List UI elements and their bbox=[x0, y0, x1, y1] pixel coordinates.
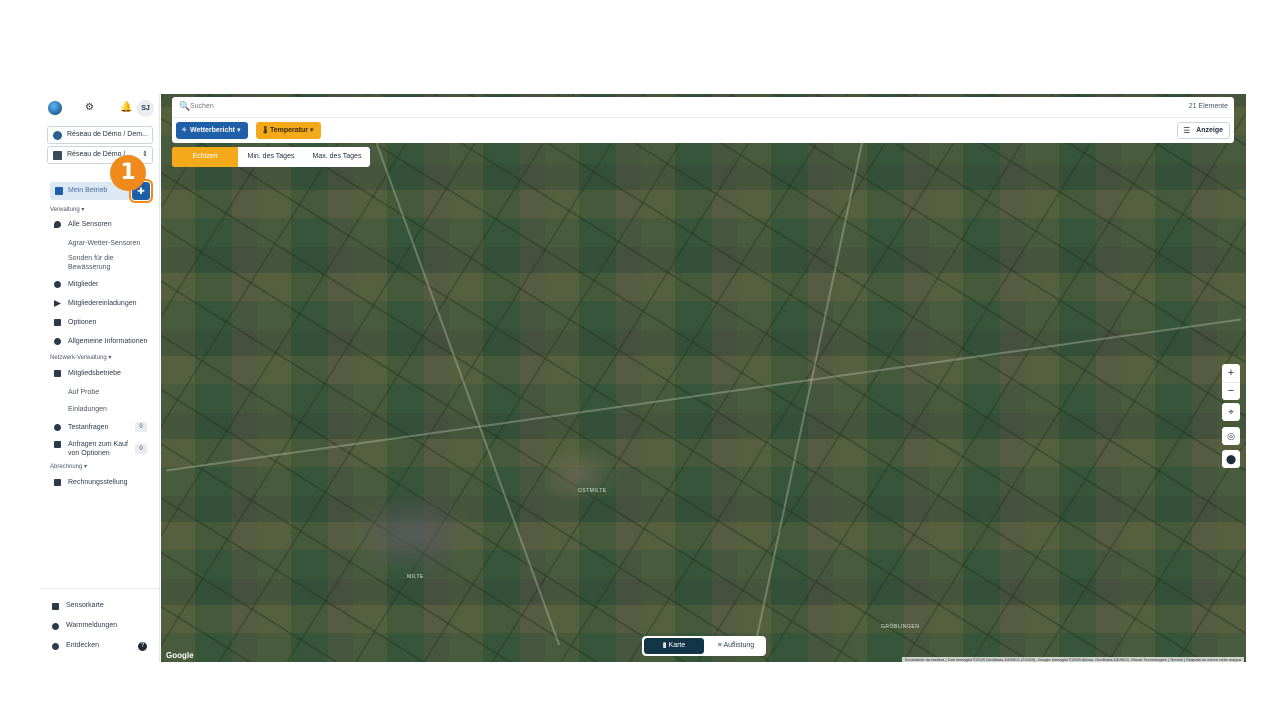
layers-button[interactable]: ◎ bbox=[1222, 427, 1240, 445]
map-road bbox=[363, 110, 561, 646]
map-place-label: MILTE bbox=[407, 574, 424, 580]
sidebar-item-anfragen-kauf[interactable]: Anfragen zum Kauf von Optionen bbox=[54, 440, 134, 458]
temperature-dropdown[interactable]: 🌡 Temperatur ▾ bbox=[256, 122, 322, 139]
weather-dropdown[interactable]: ☀ Wetterbericht ▾ bbox=[176, 122, 249, 139]
marker-button[interactable]: ⬤ bbox=[1222, 450, 1240, 468]
google-logo: Google bbox=[166, 651, 194, 660]
sidebar-item-allgemeine[interactable]: Allgemeine Informationen bbox=[54, 337, 154, 346]
thermometer-icon: 🌡 bbox=[261, 127, 270, 134]
divider bbox=[172, 117, 1234, 118]
grid-icon bbox=[54, 319, 61, 326]
satellite-map[interactable]: 🔍 21 Elemente ☀ Wetterbericht ▾ 🌡 Temper… bbox=[161, 94, 1246, 662]
group-icon bbox=[54, 370, 61, 377]
section-netzwerk-verwaltung[interactable]: Netzwerk-Verwaltung ▾ bbox=[50, 354, 111, 361]
farm-icon bbox=[53, 151, 62, 160]
sidebar-item-auf-probe[interactable]: Auf Probe bbox=[68, 388, 148, 397]
zoom-out-button[interactable]: − bbox=[1222, 382, 1240, 400]
zoom-in-button[interactable]: + bbox=[1222, 364, 1240, 382]
time-segment-control: Echtzeit Min. des Tages Max. des Tages bbox=[172, 147, 370, 167]
sidebar-item-rechnungsstellung[interactable]: Rechnungsstellung bbox=[54, 478, 154, 487]
sidebar-item-mitglieder[interactable]: Mitglieder bbox=[54, 280, 154, 289]
segment-min[interactable]: Min. des Tages bbox=[238, 147, 304, 167]
sidebar-top: ⚙ 🔔 SJ bbox=[40, 94, 160, 122]
map-icon bbox=[52, 603, 59, 610]
divider bbox=[40, 588, 160, 589]
mein-betrieb-label: Mein Betrieb bbox=[68, 187, 108, 194]
alarm-icon bbox=[52, 623, 59, 630]
network-select[interactable]: Réseau de Démo / Dem... bbox=[47, 126, 153, 144]
map-road bbox=[751, 99, 873, 657]
sidebar-item-mitgliedsbetriebe[interactable]: Mitgliedsbetriebe bbox=[54, 369, 154, 378]
segment-max[interactable]: Max. des Tages bbox=[304, 147, 370, 167]
send-icon bbox=[54, 300, 61, 307]
map-pin-icon: ⬤ bbox=[1225, 454, 1237, 464]
testanfragen-count-badge: 0 bbox=[135, 422, 147, 432]
locate-button[interactable]: ⌖ bbox=[1222, 403, 1240, 421]
list-view-button[interactable]: ≡ Auflistung bbox=[708, 638, 764, 654]
map-road bbox=[166, 318, 1241, 472]
sidebar-item-mitgliedereinladungen[interactable]: Mitgliedereinladungen bbox=[54, 299, 154, 308]
network-select-value: Réseau de Démo / Dem... bbox=[67, 131, 148, 138]
globe-icon bbox=[54, 424, 61, 431]
sliders-icon: ☰ bbox=[1183, 126, 1191, 135]
avatar[interactable]: SJ bbox=[137, 100, 154, 117]
notification-bell-icon[interactable]: 🔔 bbox=[120, 102, 132, 113]
farm-icon bbox=[55, 187, 63, 195]
sidebar-item-sonden[interactable]: Sonden für die Bewässerung bbox=[68, 254, 148, 272]
location-pin-icon bbox=[54, 221, 61, 228]
tutorial-step-badge: 1 bbox=[110, 155, 146, 191]
element-count: 21 Elemente bbox=[1188, 103, 1228, 110]
weather-icon: ☀ bbox=[181, 127, 188, 134]
globe-logo-icon[interactable] bbox=[48, 101, 62, 115]
crosshair-icon: ⌖ bbox=[1228, 407, 1234, 417]
segment-echtzeit[interactable]: Echtzeit bbox=[172, 147, 238, 167]
section-abrechnung[interactable]: Abrechnung ▾ bbox=[50, 463, 87, 470]
sidebar-item-optionen[interactable]: Optionen bbox=[54, 318, 154, 327]
sidebar-item-warnmeldungen[interactable]: Warnmeldungen bbox=[52, 622, 117, 630]
chevron-updown-icon: ⇕ bbox=[142, 151, 148, 158]
map-place-label: GRÖBLINGEN bbox=[881, 624, 920, 630]
search-icon: 🔍 bbox=[179, 101, 191, 111]
invoice-icon bbox=[54, 479, 61, 486]
target-icon: ◎ bbox=[1227, 431, 1235, 441]
explore-icon bbox=[52, 643, 59, 650]
settings-icon[interactable]: ⚙ bbox=[85, 102, 94, 113]
info-icon bbox=[54, 338, 61, 345]
map-attribution[interactable]: Scorciatoie da tastiera | Dati immagini … bbox=[901, 657, 1244, 662]
sidebar-item-entdecken[interactable]: Entdecken bbox=[52, 642, 99, 650]
map-place-label: OSTMILTE bbox=[578, 488, 607, 494]
display-settings-button[interactable]: ☰ Anzeige bbox=[1177, 122, 1230, 139]
sidebar-item-sensorkarte[interactable]: Sensorkarte bbox=[52, 602, 104, 610]
map-view-button[interactable]: ▮ Karte bbox=[644, 638, 704, 654]
anfragen-count-badge: 0 bbox=[135, 444, 147, 454]
sidebar-item-einladungen[interactable]: Einladungen bbox=[68, 405, 148, 414]
globe-icon bbox=[53, 131, 62, 140]
zoom-control: + − bbox=[1222, 364, 1240, 400]
map-search-panel: 🔍 21 Elemente ☀ Wetterbericht ▾ 🌡 Temper… bbox=[172, 97, 1234, 143]
view-toggle: ▮ Karte ≡ Auflistung bbox=[642, 636, 766, 656]
search-input[interactable] bbox=[190, 99, 490, 113]
sidebar-item-alle-sensoren[interactable]: Alle Sensoren bbox=[54, 220, 154, 229]
section-verwaltung[interactable]: Verwaltung ▾ bbox=[50, 206, 84, 213]
sidebar-item-agrar-wetter[interactable]: Agrar-Wetter-Sensoren bbox=[68, 239, 148, 248]
help-icon[interactable]: ? bbox=[138, 642, 147, 651]
user-icon bbox=[54, 281, 61, 288]
document-icon bbox=[54, 441, 61, 448]
